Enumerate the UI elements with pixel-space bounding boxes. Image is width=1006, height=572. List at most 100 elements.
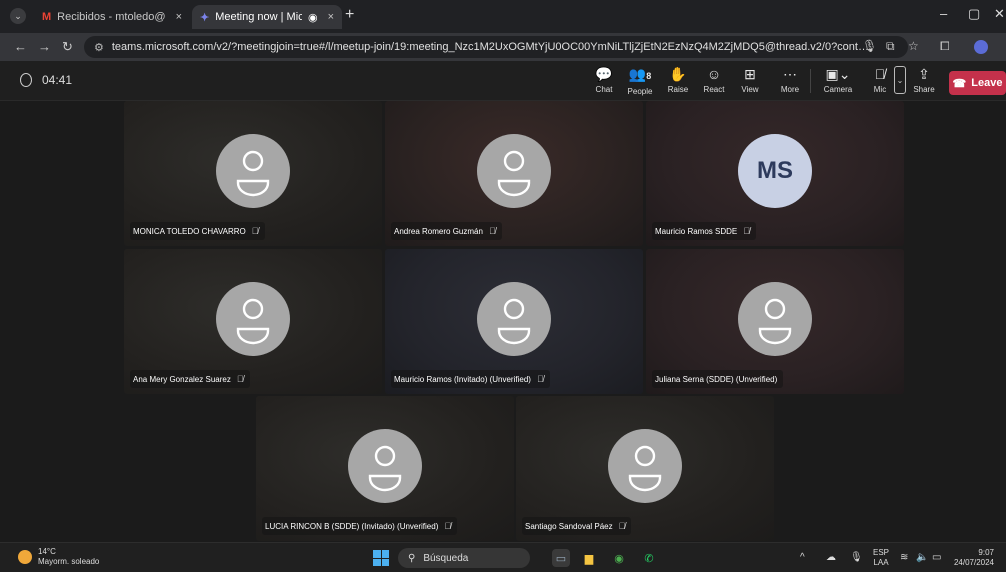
participant-name-tag: Mauricio Ramos (Invitado) (Unverified) 🎙̸ bbox=[391, 370, 550, 388]
video-grid: MONICA TOLEDO CHAVARRO 🎙̸ Andrea Romero G… bbox=[0, 101, 1006, 542]
cast-icon[interactable]: ⧉ bbox=[886, 39, 895, 54]
recording-icon: ◉ bbox=[307, 11, 318, 24]
toolbar-divider bbox=[810, 69, 811, 93]
mic-off-icon: 🎙̸ bbox=[874, 66, 886, 82]
people-button[interactable]: 👥8 People bbox=[620, 65, 660, 96]
participant-tile[interactable]: LUCIA RINCON B (SDDE) (Invitado) (Unveri… bbox=[256, 396, 514, 541]
forward-icon[interactable]: → bbox=[38, 39, 51, 54]
windows-start-icon[interactable] bbox=[373, 550, 389, 566]
default-avatar-icon bbox=[216, 281, 290, 356]
tray-chevron-icon[interactable]: ^ bbox=[800, 552, 805, 563]
windows-taskbar: 14°C Mayorm. soleado ⚲ Búsqueda ▭ ▆ ◉ ✆ … bbox=[0, 542, 1006, 572]
participant-name-tag: LUCIA RINCON B (SDDE) (Invitado) (Unveri… bbox=[262, 517, 458, 535]
phone-hangup-icon: ☎ bbox=[952, 77, 967, 90]
react-button[interactable]: ☺ React bbox=[694, 65, 734, 94]
default-avatar-icon bbox=[477, 281, 551, 356]
mic-muted-icon: 🎙̸ bbox=[618, 521, 626, 531]
reload-icon[interactable]: ↻ bbox=[62, 39, 73, 55]
mic-muted-icon: 🎙̸ bbox=[251, 226, 259, 236]
participant-name-tag: Ana Mery Gonzalez Suarez 🎙̸ bbox=[130, 370, 250, 388]
shield-icon bbox=[20, 73, 32, 87]
minimize-button[interactable]: – bbox=[940, 6, 947, 21]
weather-widget[interactable]: 14°C Mayorm. soleado bbox=[18, 547, 99, 567]
back-icon[interactable]: ← bbox=[14, 39, 27, 54]
search-icon: ⚲ bbox=[408, 552, 416, 564]
close-window-button[interactable]: ✕ bbox=[994, 6, 1005, 22]
site-info-icon[interactable]: ⚙ bbox=[94, 41, 104, 54]
raise-hand-button[interactable]: ✋ Raise bbox=[658, 65, 698, 94]
mic-muted-icon: 🎙̸ bbox=[444, 521, 452, 531]
mic-muted-icon: 🎙̸ bbox=[536, 374, 544, 384]
chrome-icon[interactable]: ◉ bbox=[610, 549, 628, 567]
default-avatar-icon bbox=[477, 133, 551, 208]
teams-icon: ✦ bbox=[200, 11, 210, 24]
sun-icon bbox=[18, 550, 32, 564]
participant-name-tag: MONICA TOLEDO CHAVARRO 🎙̸ bbox=[130, 222, 265, 240]
participant-tile[interactable]: MS Mauricio Ramos SDDE 🎙̸ bbox=[646, 101, 904, 246]
address-bar[interactable]: ⚙ teams.microsoft.com/v2/?meetingjoin=tr… bbox=[84, 36, 908, 58]
mic-muted-icon: 🎙̸ bbox=[743, 226, 750, 236]
browser-toolbar: ← → ↻ ⚙ teams.microsoft.com/v2/?meetingj… bbox=[0, 33, 1006, 61]
tab-title: Meeting now | Microsoft Te bbox=[215, 11, 302, 23]
participant-tile[interactable]: Santiago Sandoval Páez 🎙̸ bbox=[516, 396, 774, 541]
more-icon: ⋯ bbox=[783, 66, 797, 82]
tab-search-icon[interactable]: ⌄ bbox=[10, 8, 26, 24]
share-button[interactable]: ⇪ Share bbox=[904, 65, 944, 94]
bookmark-star-icon[interactable]: ☆ bbox=[908, 39, 919, 53]
file-explorer-icon[interactable]: ▆ bbox=[580, 549, 598, 567]
browser-tab-strip: ⌄ M Recibidos - mtoledo@desarroll × ✦ Me… bbox=[0, 0, 1006, 33]
initials-avatar: MS bbox=[738, 133, 812, 208]
taskbar-search[interactable]: ⚲ Búsqueda bbox=[398, 548, 530, 568]
hand-icon: ✋ bbox=[669, 66, 687, 82]
participant-tile[interactable]: Andrea Romero Guzmán 🎙̸ bbox=[385, 101, 643, 246]
smiley-icon: ☺ bbox=[706, 66, 722, 82]
participant-tile[interactable]: MONICA TOLEDO CHAVARRO 🎙̸ bbox=[124, 101, 382, 246]
participant-tile[interactable]: Mauricio Ramos (Invitado) (Unverified) 🎙̸ bbox=[385, 249, 643, 394]
grid-icon: ⊞ bbox=[744, 66, 756, 82]
default-avatar-icon bbox=[608, 428, 682, 503]
chat-button[interactable]: 💬 Chat bbox=[584, 65, 624, 94]
profile-avatar[interactable] bbox=[974, 40, 988, 54]
mic-permission-icon[interactable]: 🎙 bbox=[862, 39, 877, 53]
new-tab-button[interactable]: + bbox=[345, 6, 354, 24]
battery-icon[interactable]: ▭ bbox=[932, 552, 941, 563]
extensions-icon[interactable]: ⧠ bbox=[940, 39, 950, 54]
wifi-icon[interactable]: ≋ bbox=[900, 552, 908, 563]
more-button[interactable]: ⋯ More bbox=[770, 65, 810, 94]
whatsapp-icon[interactable]: ✆ bbox=[640, 549, 658, 567]
tray-app-icon[interactable]: ☁ bbox=[826, 552, 836, 563]
gmail-icon: M bbox=[42, 11, 52, 23]
participant-name-tag: Mauricio Ramos SDDE 🎙̸ bbox=[652, 222, 756, 240]
volume-icon[interactable]: 🔈 bbox=[916, 552, 928, 563]
language-indicator[interactable]: ESP LAA bbox=[873, 548, 889, 568]
meeting-timer: 04:41 bbox=[20, 73, 72, 87]
default-avatar-icon bbox=[348, 428, 422, 503]
tray-mic-icon[interactable]: 🎙 bbox=[850, 552, 863, 563]
camera-off-icon: ▣⌄ bbox=[825, 66, 851, 82]
participant-name-tag: Juliana Serna (SDDE) (Unverified) bbox=[652, 370, 784, 388]
timer-text: 04:41 bbox=[42, 73, 73, 87]
participant-name-tag: Santiago Sandoval Páez 🎙̸ bbox=[522, 517, 632, 535]
task-view-icon[interactable]: ▭ bbox=[552, 549, 570, 567]
participant-name-tag: Andrea Romero Guzmán 🎙̸ bbox=[391, 222, 502, 240]
people-icon: 👥8 bbox=[628, 66, 652, 82]
tab-teams[interactable]: ✦ Meeting now | Microsoft Te ◉ × bbox=[192, 5, 342, 29]
chat-icon: 💬 bbox=[595, 66, 613, 82]
tab-title: Recibidos - mtoledo@desarroll bbox=[57, 11, 166, 23]
mic-muted-icon: 🎙̸ bbox=[236, 374, 244, 384]
participant-tile[interactable]: Juliana Serna (SDDE) (Unverified) bbox=[646, 249, 904, 394]
close-tab-icon[interactable]: × bbox=[328, 11, 334, 23]
default-avatar-icon bbox=[738, 281, 812, 356]
share-icon: ⇪ bbox=[918, 66, 930, 82]
tab-gmail[interactable]: M Recibidos - mtoledo@desarroll × bbox=[34, 5, 190, 29]
leave-button[interactable]: ☎ Leave bbox=[949, 71, 1006, 95]
mic-muted-icon: 🎙̸ bbox=[488, 226, 496, 236]
meeting-header: 04:41 💬 Chat 👥8 People ✋ Raise ☺ React ⊞… bbox=[0, 61, 1006, 101]
view-button[interactable]: ⊞ View bbox=[730, 65, 770, 94]
maximize-button[interactable]: ▢ bbox=[968, 6, 980, 22]
participant-tile[interactable]: Ana Mery Gonzalez Suarez 🎙̸ bbox=[124, 249, 382, 394]
clock[interactable]: 9:07 24/07/2024 bbox=[952, 548, 994, 568]
camera-button[interactable]: ▣⌄ Camera bbox=[818, 65, 858, 94]
close-tab-icon[interactable]: × bbox=[176, 11, 182, 23]
url-text: teams.microsoft.com/v2/?meetingjoin=true… bbox=[111, 41, 872, 53]
